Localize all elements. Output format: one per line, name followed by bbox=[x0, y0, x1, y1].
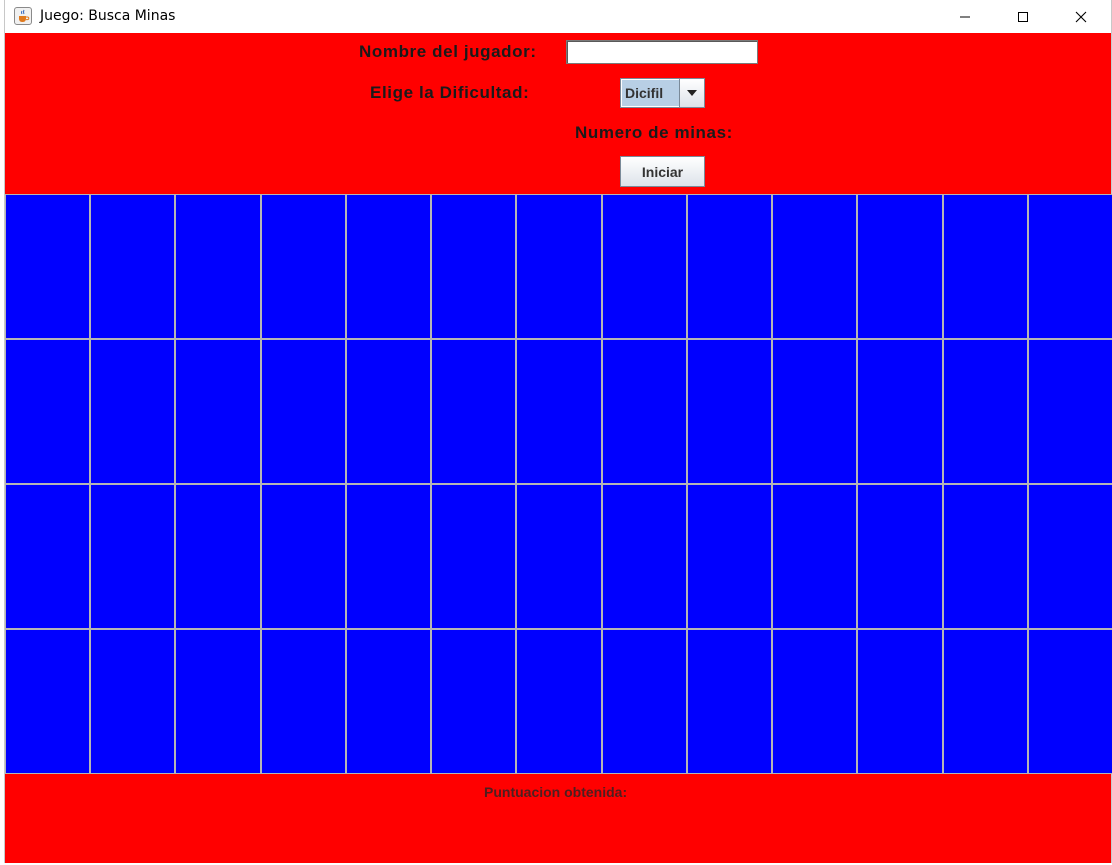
mine-cell[interactable] bbox=[90, 194, 176, 339]
score-label: Puntuacion obtenida: bbox=[484, 784, 628, 800]
mine-cell[interactable] bbox=[260, 629, 346, 774]
mine-cell[interactable] bbox=[175, 629, 261, 774]
difficulty-selected-value: Dicifil bbox=[622, 80, 680, 106]
mine-cell[interactable] bbox=[1027, 484, 1112, 629]
mine-cell[interactable] bbox=[5, 194, 91, 339]
mine-cell[interactable] bbox=[516, 339, 602, 484]
difficulty-label: Elige la Dificultad: bbox=[370, 83, 530, 102]
mine-cell[interactable] bbox=[942, 629, 1028, 774]
mine-cell[interactable] bbox=[857, 484, 943, 629]
close-button[interactable] bbox=[1052, 0, 1110, 33]
game-content: Nombre del jugador: Elige la Dificultad:… bbox=[5, 33, 1112, 863]
mine-cell[interactable] bbox=[431, 484, 517, 629]
title-bar: Juego: Busca Minas bbox=[5, 0, 1111, 33]
start-button[interactable]: Iniciar bbox=[620, 156, 705, 187]
mine-cell[interactable] bbox=[431, 629, 517, 774]
mine-cell[interactable] bbox=[516, 629, 602, 774]
game-window: Juego: Busca Minas Nombre del jugador: E… bbox=[4, 0, 1112, 863]
mine-cell[interactable] bbox=[345, 629, 432, 774]
mine-cell[interactable] bbox=[601, 339, 687, 484]
mine-cell[interactable] bbox=[175, 194, 261, 339]
mine-cell[interactable] bbox=[857, 629, 943, 774]
mine-cell[interactable] bbox=[345, 194, 432, 339]
mine-cell[interactable] bbox=[686, 194, 773, 339]
mine-cell[interactable] bbox=[601, 484, 687, 629]
maximize-icon bbox=[1018, 11, 1028, 22]
mine-cell[interactable] bbox=[601, 629, 687, 774]
player-name-input[interactable] bbox=[566, 40, 758, 64]
maximize-button[interactable] bbox=[994, 0, 1052, 33]
mine-cell[interactable] bbox=[942, 484, 1028, 629]
mine-cell[interactable] bbox=[431, 194, 517, 339]
mine-cell[interactable] bbox=[345, 339, 432, 484]
minimize-button[interactable] bbox=[936, 0, 994, 33]
mine-cell[interactable] bbox=[5, 629, 91, 774]
mines-count-label: Numero de minas: bbox=[575, 123, 733, 142]
window-title: Juego: Busca Minas bbox=[40, 8, 176, 24]
mine-cell[interactable] bbox=[686, 484, 773, 629]
mine-cell[interactable] bbox=[260, 339, 346, 484]
mine-cell[interactable] bbox=[5, 339, 91, 484]
mine-cell[interactable] bbox=[90, 629, 176, 774]
mine-cell[interactable] bbox=[942, 339, 1028, 484]
mine-cell[interactable] bbox=[345, 484, 432, 629]
mine-cell[interactable] bbox=[1027, 629, 1112, 774]
mine-cell[interactable] bbox=[516, 484, 602, 629]
mine-cell[interactable] bbox=[90, 339, 176, 484]
mine-cell[interactable] bbox=[175, 484, 261, 629]
mine-cell[interactable] bbox=[772, 194, 858, 339]
player-name-label: Nombre del jugador: bbox=[359, 42, 537, 61]
mine-cell[interactable] bbox=[772, 484, 858, 629]
mine-cell[interactable] bbox=[1027, 194, 1112, 339]
mine-cell[interactable] bbox=[601, 194, 687, 339]
mine-cell[interactable] bbox=[772, 339, 858, 484]
mine-cell[interactable] bbox=[5, 484, 91, 629]
mine-cell[interactable] bbox=[1027, 339, 1112, 484]
mine-cell[interactable] bbox=[857, 194, 943, 339]
mine-cell[interactable] bbox=[431, 339, 517, 484]
mine-cell[interactable] bbox=[90, 484, 176, 629]
mine-cell[interactable] bbox=[857, 339, 943, 484]
dropdown-arrow-button[interactable] bbox=[679, 79, 704, 107]
mine-cell[interactable] bbox=[686, 339, 773, 484]
mine-cell[interactable] bbox=[175, 339, 261, 484]
difficulty-select[interactable]: Dicifil bbox=[620, 78, 705, 108]
minefield-grid bbox=[5, 194, 1112, 774]
minimize-icon bbox=[960, 16, 970, 17]
java-cup-icon bbox=[14, 7, 32, 25]
mine-cell[interactable] bbox=[516, 194, 602, 339]
mine-cell[interactable] bbox=[942, 194, 1028, 339]
mine-cell[interactable] bbox=[260, 484, 346, 629]
mine-cell[interactable] bbox=[260, 194, 346, 339]
close-icon bbox=[1075, 11, 1087, 22]
mine-cell[interactable] bbox=[686, 629, 773, 774]
mine-cell[interactable] bbox=[772, 629, 858, 774]
dropdown-arrow-icon bbox=[687, 90, 697, 96]
